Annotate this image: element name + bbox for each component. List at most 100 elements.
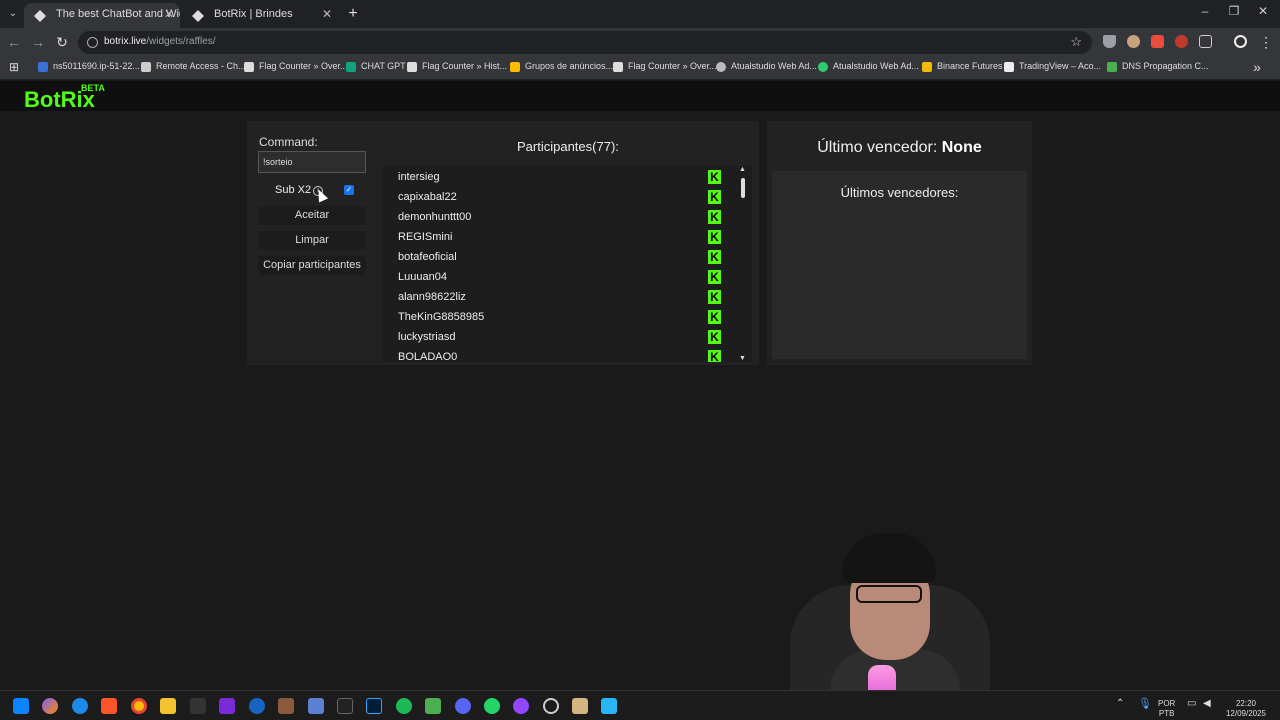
bookmark-favicon-icon <box>141 62 151 72</box>
volume-icon[interactable]: ◀ <box>1203 699 1211 709</box>
copilot-icon[interactable] <box>42 698 58 714</box>
clock[interactable]: 22:20 12/09/2025 <box>1224 699 1268 719</box>
bookmark-star-icon[interactable]: ☆ <box>1070 34 1082 50</box>
winners-history-title: Últimos vencedores: <box>840 185 959 200</box>
obs-icon[interactable] <box>543 698 559 714</box>
profile-icon[interactable] <box>1234 35 1247 48</box>
bookmark-item[interactable]: CHAT GPT <box>346 61 406 72</box>
scroll-thumb[interactable] <box>741 178 745 198</box>
maximize-icon[interactable]: ❐ <box>1219 4 1249 18</box>
intellij-icon[interactable] <box>219 698 235 714</box>
command-input[interactable] <box>258 151 366 173</box>
app-icon[interactable] <box>337 698 353 714</box>
bookmark-favicon-icon <box>613 62 623 72</box>
site-header: BotRix BETA <box>0 81 1280 112</box>
tab-title: The best ChatBot and Widgets <box>56 8 180 20</box>
bookmarks-overflow-icon[interactable]: » <box>1248 58 1266 76</box>
windows-taskbar: ⌃ 🎙 POR PTB ▭ ◀ 22:20 12/09/2025 <box>0 690 1280 720</box>
winners-history-box: Últimos vencedores: <box>772 171 1027 359</box>
tab-botrix-brindes[interactable]: BotRix | Brindes ✕ <box>182 3 338 28</box>
microphone-icon[interactable]: 🎙 <box>1138 699 1152 710</box>
scroll-up-icon[interactable]: ▲ <box>739 166 746 173</box>
reload-icon[interactable]: ↻ <box>53 33 71 51</box>
bookmark-favicon-icon <box>1107 62 1117 72</box>
bookmark-item[interactable]: Atualstudio Web Ad... <box>716 61 817 72</box>
shield-extension-icon[interactable] <box>1103 35 1116 48</box>
bookmark-favicon-icon <box>38 62 48 72</box>
tab-chatbot[interactable]: The best ChatBot and Widgets ✕ <box>24 3 180 28</box>
red-extension-icon[interactable] <box>1175 35 1188 48</box>
close-tab-icon[interactable]: ✕ <box>164 3 174 25</box>
brave-icon[interactable] <box>101 698 117 714</box>
menu-kebab-icon[interactable]: ⋮ <box>1257 33 1275 51</box>
list-item: BOLADAO0 K <box>382 346 752 362</box>
url-input[interactable]: botrix.live/widgets/raffles/ ☆ <box>78 31 1092 54</box>
app-icon[interactable] <box>190 698 206 714</box>
raffle-panel: Command: Sub X2 i ✓ Aceitar Limpar Copia… <box>247 121 759 365</box>
bookmark-item[interactable]: Grupos de anúncios... <box>510 61 613 72</box>
file-explorer-icon[interactable] <box>160 698 176 714</box>
photoshop-icon[interactable] <box>366 698 382 714</box>
bookmark-item[interactable]: Flag Counter » Over... <box>613 61 717 72</box>
chrome-icon[interactable] <box>131 698 147 714</box>
bookmark-item[interactable]: Remote Access - Ch... <box>141 61 246 72</box>
copy-participants-button[interactable]: Copiar participantes <box>258 256 366 275</box>
extensions-puzzle-icon[interactable] <box>1199 35 1212 48</box>
avatar-extension-icon[interactable] <box>1127 35 1140 48</box>
network-icon[interactable]: ▭ <box>1187 699 1196 709</box>
tab-search-icon[interactable]: ⌄ <box>4 5 22 23</box>
browser-tab-bar: ⌄ The best ChatBot and Widgets ✕ BotRix … <box>0 0 1280 28</box>
bookmark-item[interactable]: DNS Propagation C... <box>1107 61 1209 72</box>
back-icon[interactable]: ← <box>5 33 23 51</box>
bookmark-favicon-icon <box>818 62 828 72</box>
spotify-icon[interactable] <box>396 698 412 714</box>
start-windows-icon[interactable] <box>13 698 29 714</box>
notepad-icon[interactable] <box>601 698 617 714</box>
site-favicon-icon <box>34 8 46 22</box>
close-tab-icon[interactable]: ✕ <box>322 3 332 25</box>
discord-icon[interactable] <box>455 698 471 714</box>
subx2-checkbox[interactable]: ✓ <box>344 185 354 195</box>
app-icon[interactable] <box>308 698 324 714</box>
participants-scrollbar[interactable]: ▲ ▼ <box>737 166 749 362</box>
kick-icon: K <box>708 230 721 244</box>
accept-button[interactable]: Aceitar <box>258 206 366 225</box>
bookmark-item[interactable]: ns5011690.ip-51-22... <box>38 61 140 72</box>
kick-icon: K <box>708 330 721 344</box>
minimize-icon[interactable]: – <box>1190 4 1220 18</box>
leaf-extension-icon[interactable] <box>1151 35 1164 48</box>
participants-list[interactable]: intersieg K capixabal22 K demonhunttt00 K R… <box>382 166 752 362</box>
list-item: capixabal22 K <box>382 186 752 206</box>
bookmark-item[interactable]: Flag Counter » Over... <box>244 61 348 72</box>
apps-grid-icon[interactable]: ⊞ <box>5 58 23 76</box>
app-icon[interactable] <box>425 698 441 714</box>
clear-button[interactable]: Limpar <box>258 231 366 250</box>
bookmark-item[interactable]: Binance Futures <box>922 61 1003 72</box>
list-item: demonhunttt00 K <box>382 206 752 226</box>
tray-chevron-icon[interactable]: ⌃ <box>1116 699 1124 709</box>
site-info-icon[interactable] <box>87 37 98 48</box>
language-indicator[interactable]: POR PTB <box>1158 699 1175 719</box>
scroll-down-icon[interactable]: ▼ <box>739 355 746 362</box>
app-icon[interactable] <box>572 698 588 714</box>
forward-icon[interactable]: → <box>29 33 47 51</box>
bookmark-favicon-icon <box>922 62 932 72</box>
whatsapp-icon[interactable] <box>484 698 500 714</box>
close-window-icon[interactable]: ✕ <box>1248 4 1278 18</box>
list-item: intersieg K <box>382 166 752 186</box>
bookmarks-bar: ⊞ ns5011690.ip-51-22... Remote Access - … <box>0 56 1280 80</box>
list-item: TheKinG8858985 K <box>382 306 752 326</box>
bookmark-item[interactable]: Flag Counter » Hist... <box>407 61 507 72</box>
app-icon[interactable] <box>513 698 529 714</box>
bookmark-favicon-icon <box>407 62 417 72</box>
app-icon[interactable] <box>278 698 294 714</box>
kick-icon: K <box>708 290 721 304</box>
list-item: botafeoficial K <box>382 246 752 266</box>
bookmark-item[interactable]: TradingView – Aco... <box>1004 61 1101 72</box>
new-tab-icon[interactable]: + <box>344 5 362 23</box>
bookmark-favicon-icon <box>510 62 520 72</box>
edge-icon[interactable] <box>72 698 88 714</box>
last-winner: Último vencedor: None <box>817 139 982 156</box>
maps-icon[interactable] <box>249 698 265 714</box>
bookmark-item[interactable]: Atualstudio Web Ad... <box>818 61 919 72</box>
